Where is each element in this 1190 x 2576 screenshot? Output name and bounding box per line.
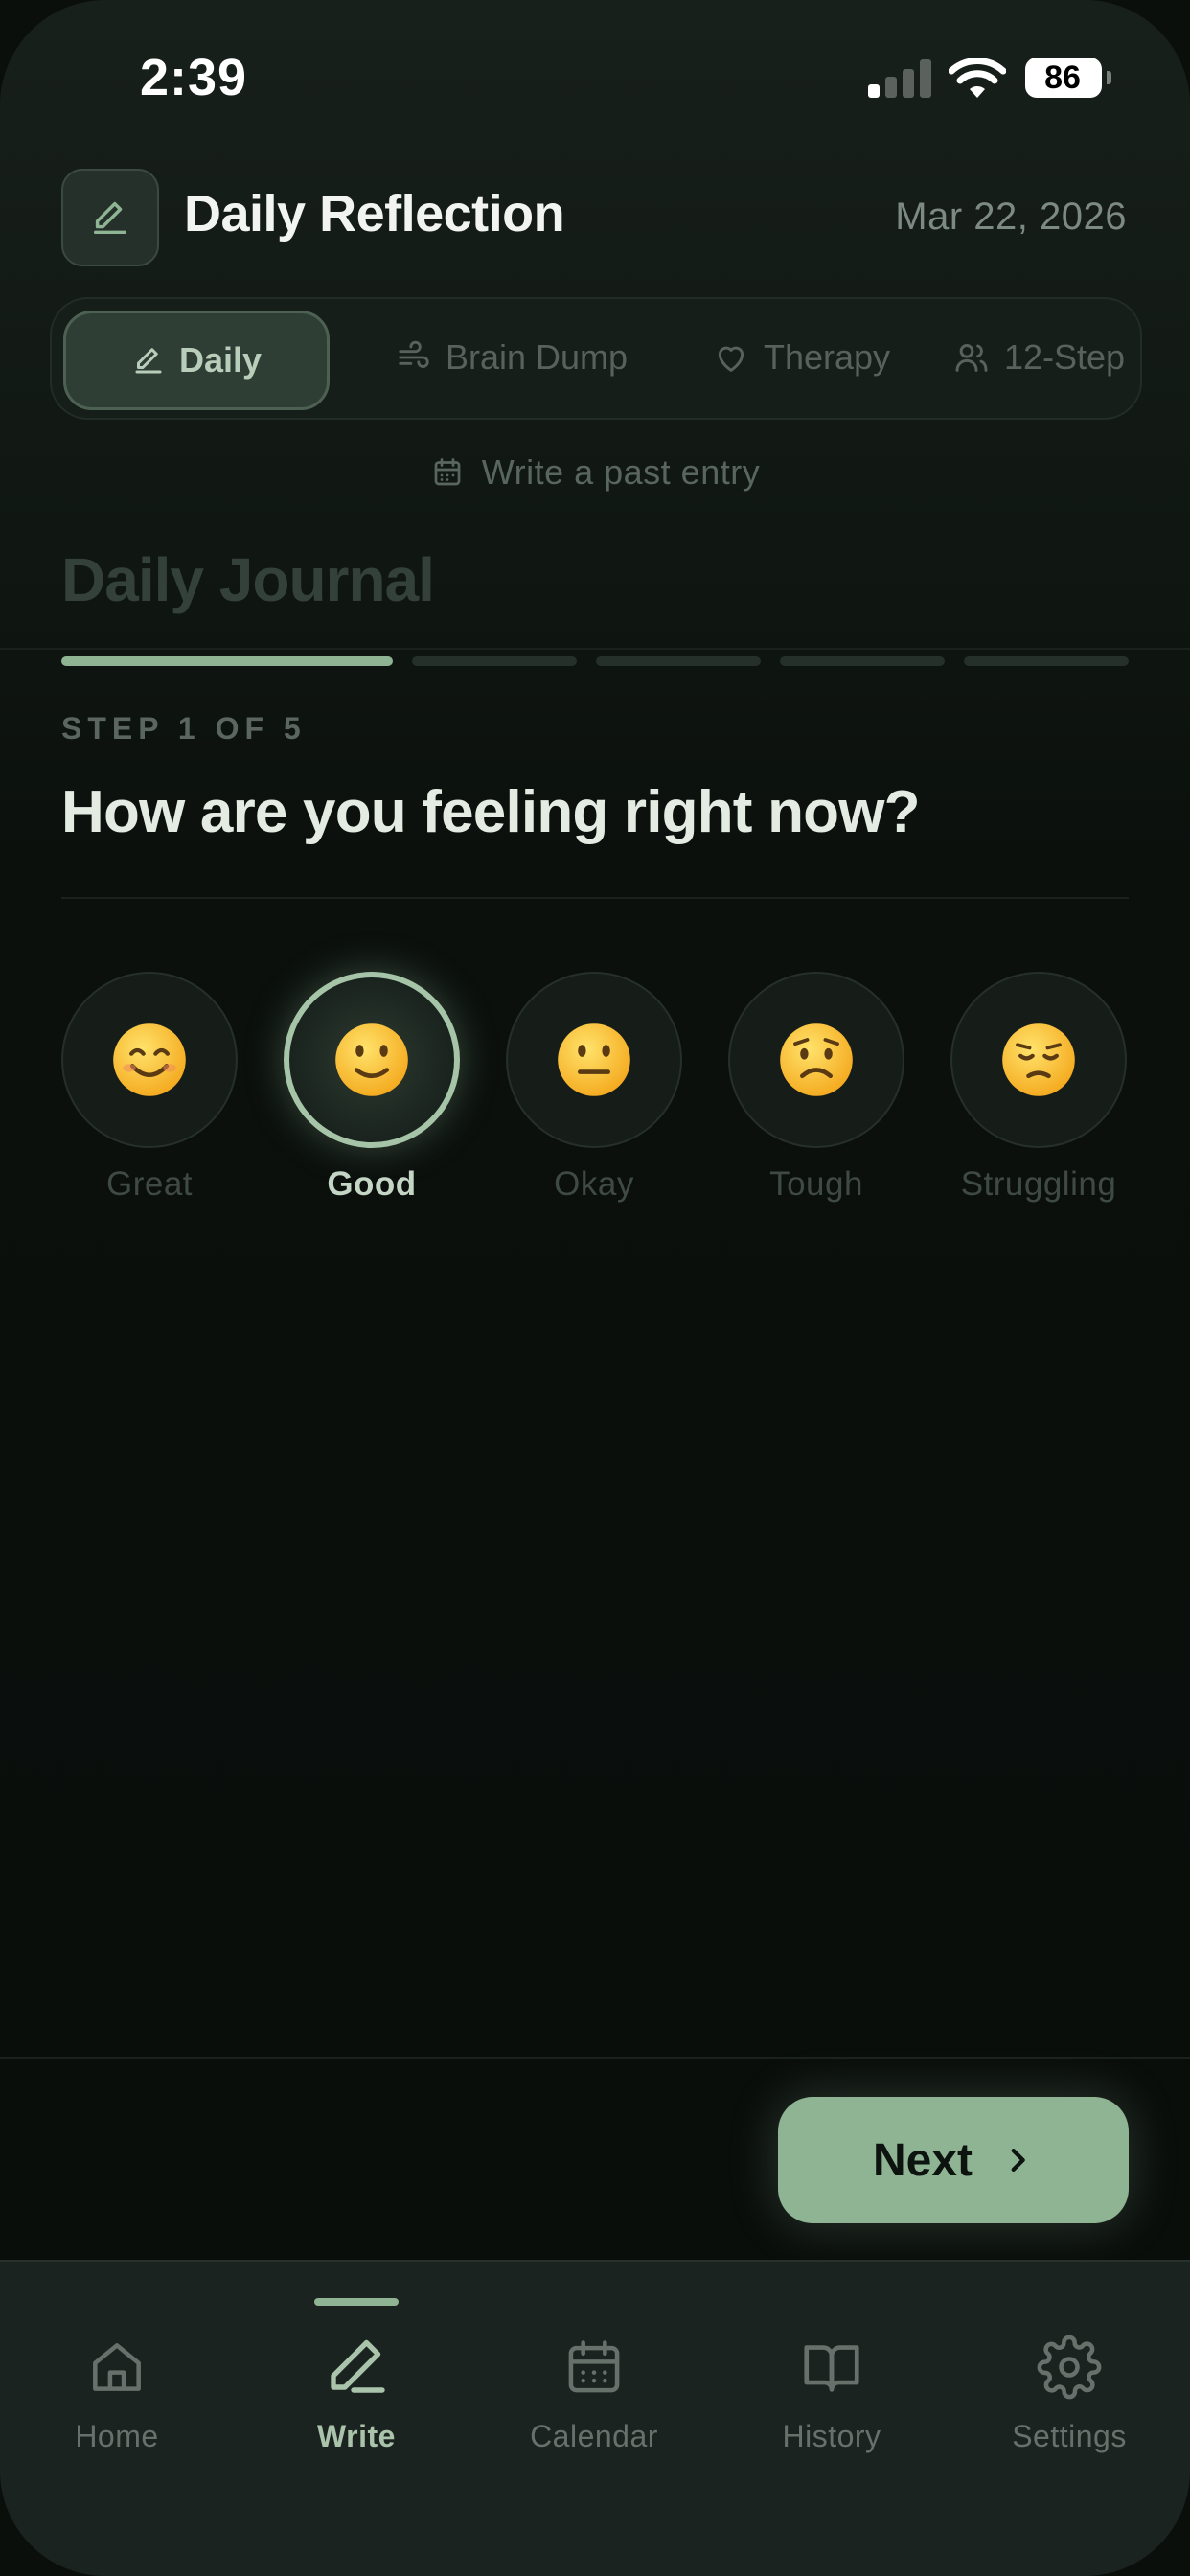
tab-history-label: History [782, 2419, 881, 2453]
cellular-signal-icon [868, 58, 933, 98]
worried-face-icon [780, 1024, 853, 1096]
mood-label: Tough [769, 1165, 863, 1203]
wifi-icon [948, 56, 1007, 100]
tab-12-step[interactable]: 12-Step [943, 310, 1134, 404]
tab-daily-label: Daily [178, 340, 263, 380]
tab-12-step-label: 12-Step [1003, 337, 1126, 377]
mood-circle [284, 972, 460, 1148]
tab-write[interactable]: Write [261, 2329, 452, 2454]
tab-therapy[interactable]: Therapy [678, 310, 924, 404]
tab-settings[interactable]: Settings [973, 2329, 1165, 2454]
neutral-face-icon [558, 1024, 630, 1096]
tab-brain-dump[interactable]: Brain Dump [378, 310, 646, 404]
smiling-face-icon [113, 1024, 186, 1096]
journal-pencil-icon [61, 169, 159, 266]
mood-circle [61, 972, 238, 1148]
question-prompt: How are you feeling right now? [61, 779, 921, 845]
tab-home[interactable]: Home [21, 2329, 213, 2454]
tab-home-label: Home [75, 2419, 159, 2453]
tab-therapy-label: Therapy [763, 337, 891, 377]
mood-label: Okay [554, 1165, 634, 1203]
write-past-entry-label: Write a past entry [481, 452, 761, 492]
calendar-icon [434, 458, 461, 486]
app-screen: 2:39 86 Daily Reflection Mar 22, 2026 Da… [0, 0, 1190, 2576]
step-label: STEP 1 OF 5 [61, 711, 307, 746]
tab-history[interactable]: History [736, 2329, 927, 2454]
tab-settings-label: Settings [1012, 2419, 1127, 2453]
heart-icon [718, 346, 744, 372]
battery-level: 86 [1044, 59, 1081, 96]
header-divider [0, 648, 1190, 650]
mood-label: Struggling [960, 1165, 1117, 1203]
mood-option-tough[interactable]: Tough [728, 972, 904, 1204]
mood-option-good[interactable]: Good [284, 972, 460, 1204]
wind-icon [399, 340, 429, 368]
tab-daily[interactable]: Daily [63, 310, 330, 410]
mood-circle [728, 972, 904, 1148]
question-divider [61, 897, 1129, 899]
slightly-smiling-face-icon [335, 1024, 408, 1096]
step-progress [61, 656, 1129, 666]
next-button[interactable]: Next [778, 2097, 1129, 2223]
journal-section-title: Daily Journal [61, 545, 435, 614]
progress-segment [61, 656, 393, 666]
tab-write-label: Write [317, 2419, 396, 2453]
book-icon [804, 2345, 859, 2392]
home-icon [93, 2343, 141, 2391]
progress-segment [596, 656, 761, 666]
mood-label: Great [105, 1165, 194, 1203]
next-button-label: Next [872, 2134, 973, 2186]
progress-segment [780, 656, 945, 666]
status-time: 2:39 [140, 49, 248, 106]
pensive-face-icon [1002, 1024, 1075, 1096]
calendar-icon [568, 2340, 620, 2393]
page-title: Daily Reflection [184, 185, 565, 242]
battery-icon: 86 [1025, 58, 1111, 100]
pencil-icon [331, 2339, 385, 2393]
active-tab-indicator [314, 2298, 399, 2306]
progress-segment [964, 656, 1129, 666]
mood-option-struggling[interactable]: Struggling [950, 972, 1127, 1204]
users-icon [955, 344, 988, 372]
entry-date: Mar 22, 2026 [895, 196, 1127, 238]
footer-divider [0, 2057, 1190, 2058]
tab-brain-dump-label: Brain Dump [445, 337, 629, 377]
tab-calendar[interactable]: Calendar [498, 2329, 690, 2454]
progress-segment [412, 656, 577, 666]
mood-option-okay[interactable]: Okay [506, 972, 682, 1204]
mood-circle [950, 972, 1127, 1148]
pencil-icon [135, 348, 162, 374]
mood-option-great[interactable]: Great [61, 972, 238, 1204]
gear-icon [1037, 2334, 1102, 2400]
journal-mode-tabs: Daily Brain Dump Therapy 12-Step [50, 297, 1142, 420]
mood-circle [506, 972, 682, 1148]
bottom-tab-bar: Home Write Calendar History Settings [0, 2260, 1190, 2576]
mood-label: Good [327, 1165, 417, 1203]
tab-calendar-label: Calendar [530, 2419, 658, 2453]
chevron-right-icon [1011, 2148, 1025, 2173]
write-past-entry-link[interactable]: Write a past entry [0, 452, 1190, 493]
